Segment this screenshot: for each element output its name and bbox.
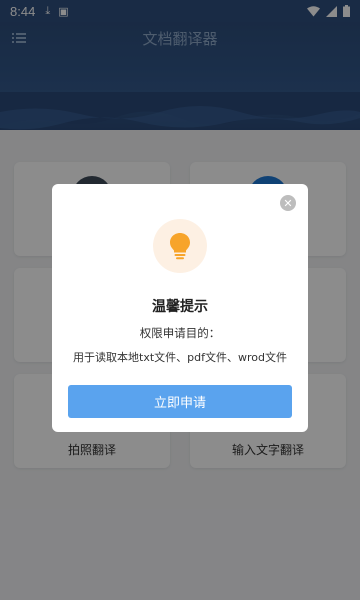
bulb-badge — [153, 219, 207, 273]
close-button[interactable]: ✕ — [280, 195, 296, 211]
dialog-title: 温馨提示 — [152, 299, 208, 315]
dialog-subtitle: 权限申请目的： — [139, 326, 221, 340]
lightbulb-icon — [170, 233, 190, 260]
dialog-description: 用于读取本地txt文件、pdf文件、wrod文件 — [73, 351, 287, 364]
apply-now-button[interactable]: 立即申请 — [68, 385, 292, 418]
close-icon: ✕ — [283, 196, 293, 210]
permission-dialog: ✕ 温馨提示 权限申请目的： 用于读取本地txt文件、pdf文件、wrod文件 … — [52, 184, 308, 432]
